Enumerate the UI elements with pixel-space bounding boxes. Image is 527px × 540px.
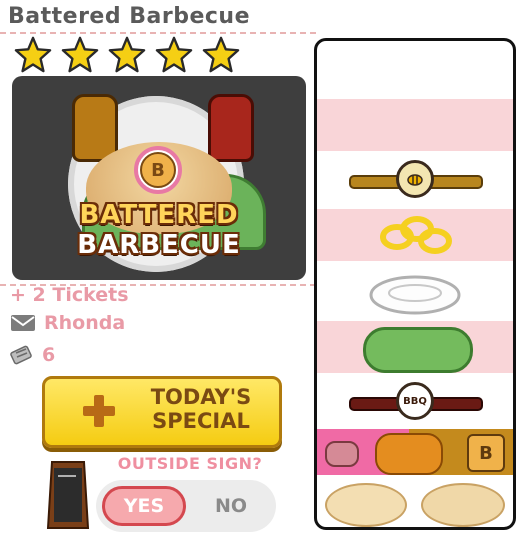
outside-sign-toggle[interactable]: YES NO — [96, 480, 276, 532]
badge-letter: B — [140, 152, 176, 188]
fried-patty-icon — [375, 433, 443, 475]
stack-slot-empty — [317, 99, 513, 151]
meat-icon — [325, 441, 359, 467]
ticket-count: 6 — [42, 344, 56, 366]
stack-slot-lettuce — [317, 321, 513, 373]
lettuce-icon — [363, 327, 473, 373]
special-label-line2: SPECIAL — [152, 409, 250, 433]
burger-badge: B — [134, 146, 182, 194]
order-title: Battered Barbecue — [8, 4, 251, 29]
stack-badge: B — [467, 434, 505, 472]
customer-row: Rhonda — [10, 312, 125, 334]
honey-bee-icon — [396, 160, 434, 198]
logo-line-1: BATTERED — [79, 200, 239, 230]
plus-icon — [83, 395, 115, 427]
logo-line-2: BARBECUE — [77, 230, 241, 260]
stack-slot-bbq-sauce: BBQ — [317, 375, 513, 427]
no-option[interactable]: NO — [196, 486, 266, 526]
chalkboard-sign-icon — [46, 461, 90, 529]
star-rating — [14, 36, 240, 74]
stack-slot-buns — [317, 477, 513, 527]
stack-slot-honey-mustard — [317, 153, 513, 205]
bbq-label: BBQ — [403, 395, 427, 407]
special-label-line1: TODAY'S — [150, 385, 252, 409]
mail-icon — [11, 315, 35, 331]
tickets-row: + 2 Tickets — [10, 284, 129, 306]
customer-name: Rhonda — [44, 312, 126, 334]
bun-left-icon — [325, 483, 407, 527]
star-icon — [61, 36, 99, 73]
special-label: TODAY'S SPECIAL — [131, 385, 271, 433]
title-divider — [0, 32, 316, 34]
stack-slot-plate — [317, 267, 513, 319]
ticket-count-row: 6 — [10, 344, 55, 366]
star-icon — [155, 36, 193, 73]
star-icon — [202, 36, 240, 73]
bbq-sauce-icon: BBQ — [396, 382, 434, 420]
ticket-icon — [10, 345, 32, 365]
outside-sign-label: OUTSIDE SIGN? — [117, 454, 263, 473]
bun-right-icon — [421, 483, 505, 527]
todays-special-button[interactable]: TODAY'S SPECIAL — [42, 376, 282, 448]
ingredient-stack: BBQ B — [314, 38, 516, 530]
ketchup-bottle-icon — [208, 94, 254, 162]
onion-rings-icon — [380, 216, 452, 254]
stack-slot-patty: B — [317, 429, 513, 475]
yes-option[interactable]: YES — [102, 486, 186, 526]
empty-plate-icon — [369, 275, 461, 315]
star-icon — [14, 36, 52, 73]
tickets-text: + 2 Tickets — [10, 284, 129, 306]
stack-slot-onion-rings — [317, 209, 513, 261]
star-icon — [108, 36, 146, 73]
